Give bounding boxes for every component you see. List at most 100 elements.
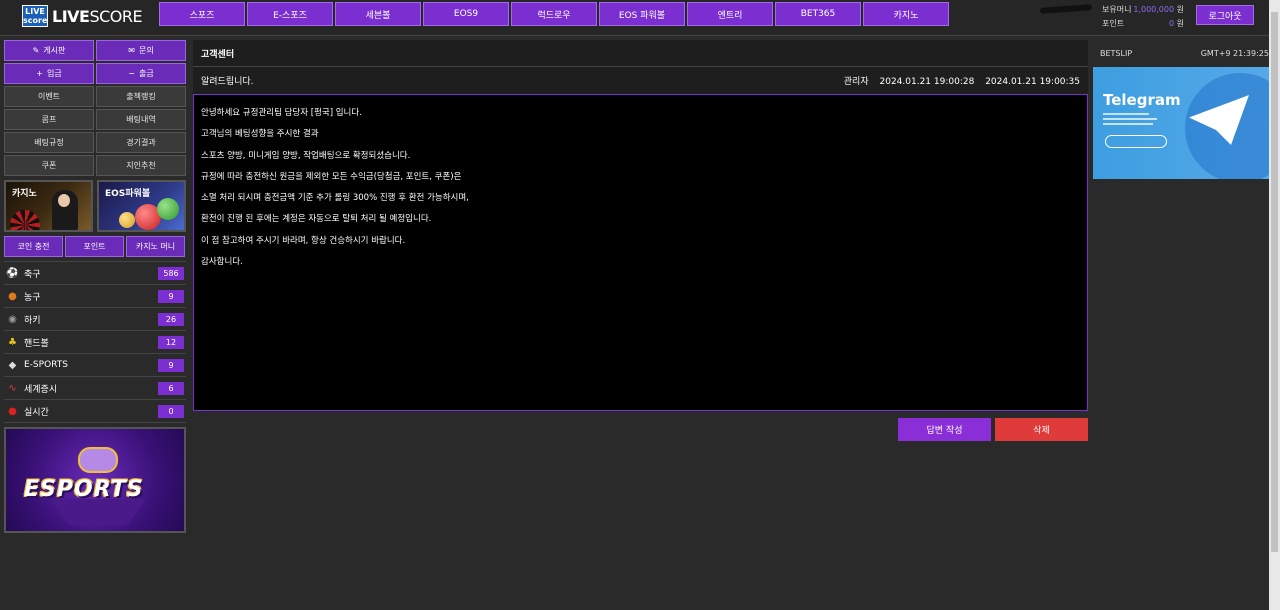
delete-button[interactable]: 삭제 — [995, 418, 1088, 441]
logo-text: LIVESCORE — [52, 6, 143, 26]
attendance-ranking-button[interactable]: 출첵랭킹 — [96, 86, 186, 107]
sport-count: 9 — [158, 358, 184, 372]
live-dot-icon: ● — [8, 405, 17, 417]
sport-name: 핸드볼 — [24, 338, 49, 349]
sport-count: 26 — [158, 312, 184, 326]
comp-button[interactable]: 콤프 — [4, 109, 94, 130]
redacted-username — [1039, 4, 1093, 14]
mail-icon: ✉ — [128, 46, 135, 55]
page-scrollbar[interactable] — [1269, 0, 1280, 610]
telegram-text-line — [1103, 123, 1153, 125]
sport-list: ⚽ 축구 586 ● 농구 9 ◉ 하키 26 ♣ 핸드볼 12 ◆ E-SPO… — [4, 261, 186, 423]
coupon-button[interactable]: 쿠폰 — [4, 155, 94, 176]
notice-updated-date: 2024.01.21 19:00:35 — [985, 77, 1080, 87]
point-label: 포인트 — [1102, 19, 1125, 28]
sport-count: 0 — [158, 404, 184, 418]
scrollbar-thumb[interactable] — [1271, 12, 1278, 552]
sport-item-live[interactable]: ● 실시간 0 — [4, 400, 186, 423]
plus-icon: + — [36, 69, 43, 78]
main-content: 고객센터 알려드립니다. 관리자 2024.01.21 19:00:28 202… — [193, 40, 1088, 441]
sport-count: 6 — [158, 381, 184, 395]
site-logo[interactable]: LIVE score LIVESCORE — [22, 4, 143, 28]
sport-name: E-SPORTS — [24, 360, 68, 370]
roulette-image — [10, 210, 40, 230]
telegram-banner[interactable]: Telegram — [1093, 67, 1269, 179]
nav-casino[interactable]: 카지노 — [863, 2, 949, 26]
clock: GMT+9 21:39:25 — [1200, 49, 1269, 58]
sport-name: 세계증시 — [24, 384, 58, 395]
sport-item-esports[interactable]: ◆ E-SPORTS 9 — [4, 354, 186, 377]
sport-name: 축구 — [24, 269, 41, 280]
board-button[interactable]: ✎ 게시판 — [4, 40, 94, 61]
money-value: 1,000,000 — [1133, 5, 1175, 14]
sport-item-soccer[interactable]: ⚽ 축구 586 — [4, 262, 186, 285]
notice-line: 고객님의 베팅성향을 주시한 결과 — [201, 129, 319, 140]
telegram-join-button[interactable] — [1105, 135, 1167, 148]
casino-money-button[interactable]: 카지노 머니 — [126, 236, 185, 257]
nav-esports[interactable]: E-스포즈 — [247, 2, 333, 26]
shield-shape — [50, 499, 146, 525]
notice-line: 소멸 처리 되시며 충전금액 기준 추가 롤링 300% 진행 후 환전 가능하… — [201, 193, 469, 204]
board-label: 게시판 — [43, 46, 66, 55]
nav-bet365[interactable]: BET365 — [775, 2, 861, 26]
nav-eos9[interactable]: EOS9 — [423, 2, 509, 26]
notice-body: 안녕하세요 규정관리팀 담당자 [펑국] 입니다. 고객님의 베팅성향을 주시한… — [193, 95, 1088, 411]
write-reply-button[interactable]: 답변 작성 — [898, 418, 991, 441]
notice-meta: 관리자 2024.01.21 19:00:28 2024.01.21 19:00… — [836, 74, 1080, 87]
points-button[interactable]: 포인트 — [65, 236, 124, 257]
nav-sports[interactable]: 스포즈 — [159, 2, 245, 26]
casino-promo-label: 카지노 — [12, 189, 37, 199]
notice-title: 알려드립니다. — [201, 77, 254, 87]
betting-rules-button[interactable]: 배팅규정 — [4, 132, 94, 153]
sport-name: 하키 — [24, 315, 41, 326]
powerball-image-2 — [157, 198, 179, 220]
notice-author: 관리자 — [843, 77, 869, 87]
sport-name: 농구 — [24, 292, 41, 303]
sport-item-hockey[interactable]: ◉ 하키 26 — [4, 308, 186, 331]
hockey-puck-icon: ◉ — [8, 313, 17, 325]
sport-count: 586 — [158, 266, 184, 280]
inquiry-label: 문의 — [138, 46, 154, 55]
action-row: 답변 작성 삭제 — [898, 418, 1088, 441]
sport-item-basketball[interactable]: ● 농구 9 — [4, 285, 186, 308]
inquiry-button[interactable]: ✉ 문의 — [96, 40, 186, 61]
betting-history-button[interactable]: 배팅내역 — [96, 109, 186, 130]
notice-header: 알려드립니다. 관리자 2024.01.21 19:00:28 2024.01.… — [193, 67, 1088, 95]
notice-created-date: 2024.01.21 19:00:28 — [879, 77, 975, 87]
sport-item-stock-market[interactable]: ∿ 세계증시 6 — [4, 377, 186, 400]
point-value: 0 — [1168, 19, 1175, 28]
main-nav: 스포즈 E-스포즈 세븐볼 EOS9 럭드로우 EOS 파워볼 엔트리 BET3… — [159, 2, 951, 26]
betslip-title: BETSLIP — [1100, 49, 1133, 58]
match-results-button[interactable]: 경기결과 — [96, 132, 186, 153]
soccer-ball-icon: ⚽ — [6, 267, 19, 279]
nav-eos-powerball[interactable]: EOS 파워볼 — [599, 2, 685, 26]
referral-button[interactable]: 지인추천 — [96, 155, 186, 176]
esports-banner-text: ESPORTS — [24, 477, 144, 502]
handball-icon: ♣ — [8, 336, 17, 348]
edit-icon: ✎ — [32, 46, 40, 55]
telegram-text-line — [1103, 113, 1149, 115]
coin-charge-button[interactable]: 코인 충전 — [4, 236, 63, 257]
user-balance: 보유머니 1,000,000 원 포인트 0 원 — [1102, 3, 1184, 31]
nav-entry[interactable]: 엔트리 — [687, 2, 773, 26]
casino-promo-banner[interactable]: 카지노 — [4, 180, 93, 232]
esports-banner[interactable]: ESPORTS — [4, 427, 186, 533]
event-button[interactable]: 이벤트 — [4, 86, 94, 107]
withdraw-button[interactable]: − 출금 — [96, 63, 186, 84]
sport-item-handball[interactable]: ♣ 핸드볼 12 — [4, 331, 186, 354]
right-panel: BETSLIP GMT+9 21:39:25 Telegram — [1093, 40, 1269, 179]
notice-line: 스포츠 양방, 미니게임 양방, 작업배팅으로 확정되셨습니다. — [201, 150, 411, 161]
deposit-button[interactable]: + 입금 — [4, 63, 94, 84]
notice-line: 감사합니다. — [201, 257, 243, 268]
notice-line: 환전이 진행 된 후에는 계정은 자동으로 탈퇴 처리 될 예정입니다. — [201, 214, 432, 225]
logout-button[interactable]: 로그아웃 — [1196, 5, 1254, 25]
betslip-header: BETSLIP GMT+9 21:39:25 — [1093, 40, 1269, 67]
dealer-face — [58, 194, 70, 207]
eos-powerball-promo-banner[interactable]: EOS파워볼 — [97, 180, 186, 232]
notice-line: 안녕하세요 규정관리팀 담당자 [펑국] 입니다. — [201, 108, 362, 118]
nav-sevenball[interactable]: 세븐볼 — [335, 2, 421, 26]
sport-count: 12 — [158, 335, 184, 349]
nav-luckydraw[interactable]: 럭드로우 — [511, 2, 597, 26]
notice-line: 이 점 참고하여 주시기 바라며, 항상 건승하시기 바랍니다. — [201, 235, 406, 246]
notice-line: 규정에 따라 충전하신 원금을 제외한 모든 수익금(당첨금, 포인트, 쿠폰)… — [201, 171, 462, 182]
